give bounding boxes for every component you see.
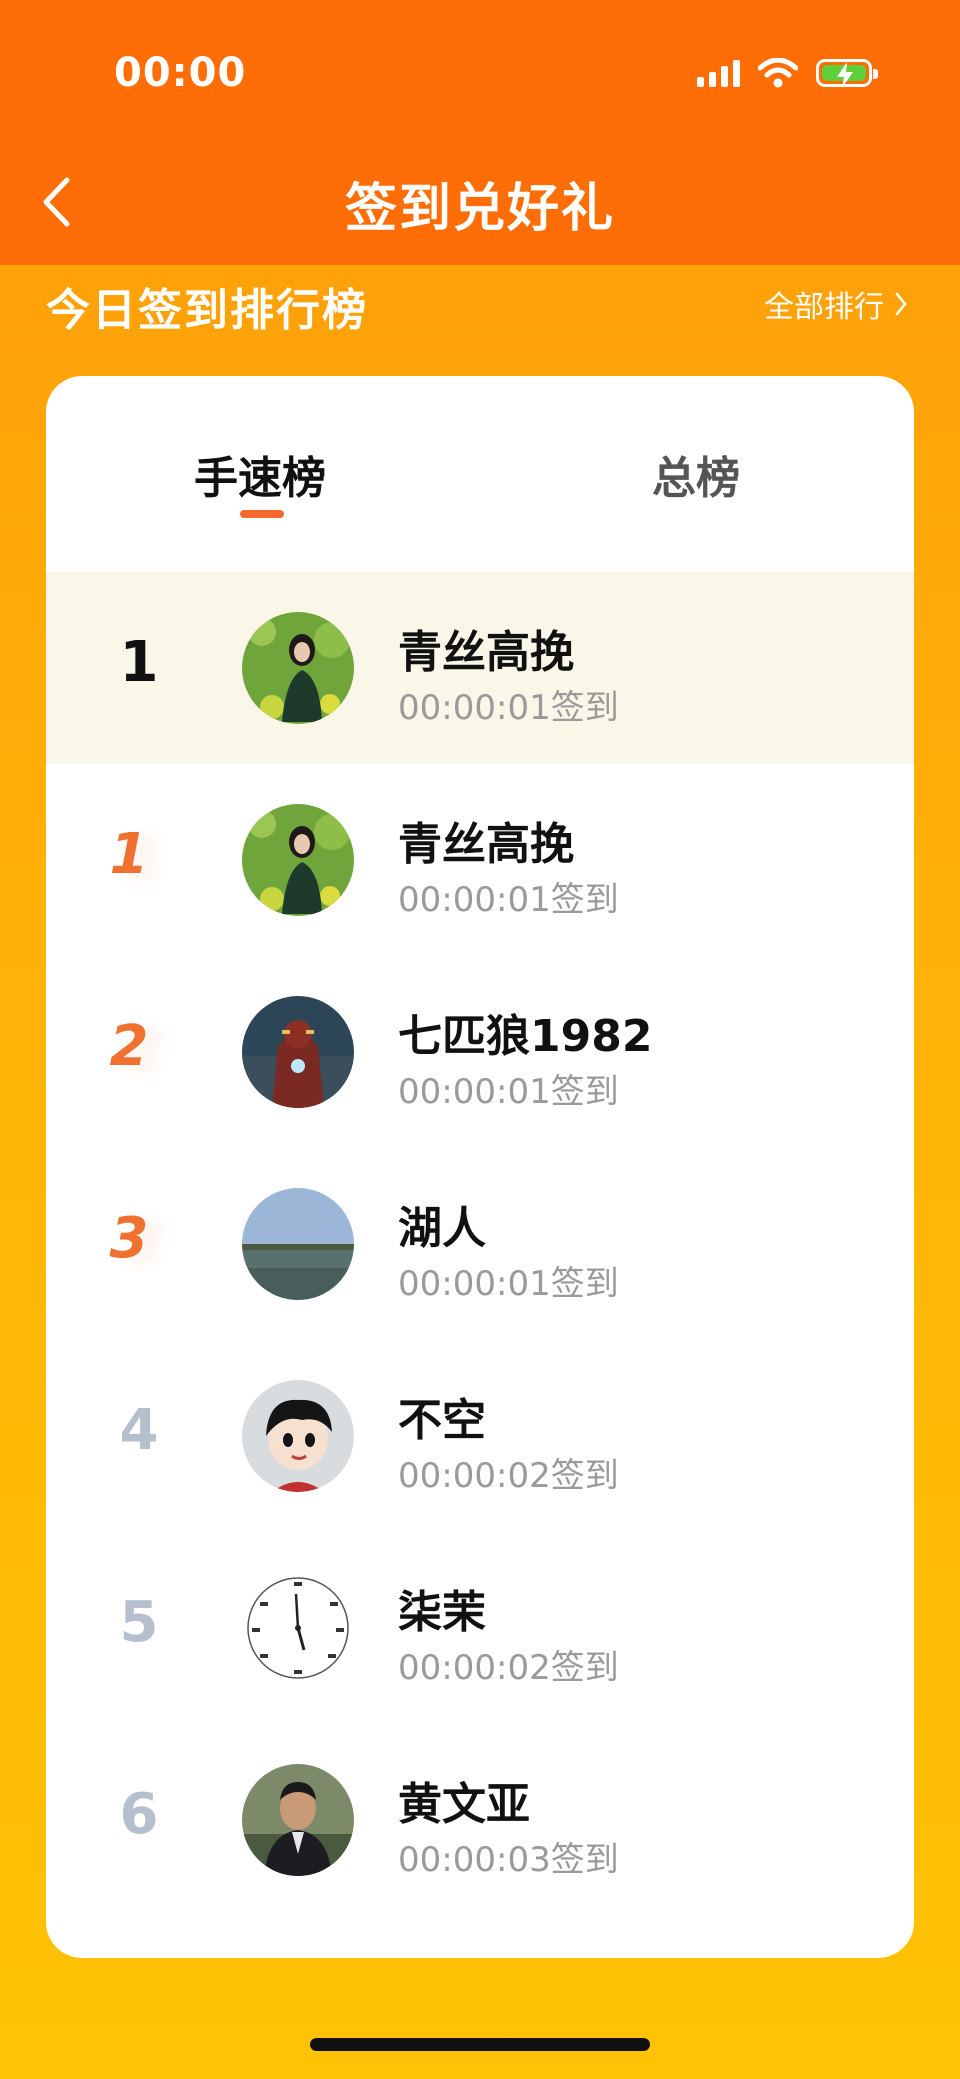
rank-number: 2 — [109, 1014, 149, 1079]
status-time: 00:00 — [114, 50, 247, 96]
wifi-icon — [758, 58, 798, 88]
checkin-time: 00:00:01签到 — [398, 1264, 619, 1304]
battery-icon — [816, 59, 878, 88]
tab-total[interactable]: 总榜 — [652, 442, 740, 506]
all-rank-label: 全部排行 — [764, 290, 884, 325]
rank-number: 5 — [119, 1590, 159, 1655]
user-name: 不空 — [398, 1395, 486, 1446]
avatar — [242, 1380, 354, 1492]
rank-row[interactable]: 4 不空 00:00:02签到 — [46, 1340, 914, 1532]
checkin-time: 00:00:02签到 — [398, 1648, 619, 1688]
rank-row[interactable]: 5 柒茉 00:00:02签到 — [46, 1532, 914, 1724]
user-name: 七匹狼1982 — [398, 1011, 653, 1062]
page: 00:00 签到兑好礼 今日签到排行榜 全部排行 手速榜 总榜 1 青丝高挽 0… — [0, 0, 960, 2079]
rank-row[interactable]: 3 湖人 00:00:01签到 — [46, 1148, 914, 1340]
status-icons — [697, 58, 878, 88]
active-tab-indicator — [240, 510, 284, 518]
page-title: 签到兑好礼 — [344, 179, 615, 239]
avatar — [242, 996, 354, 1108]
rank-row[interactable]: 6 黄文亚 00:00:03签到 — [46, 1724, 914, 1916]
rank-number: 3 — [109, 1206, 149, 1271]
avatar — [242, 612, 354, 724]
checkin-time: 00:00:01签到 — [398, 880, 619, 920]
rank-row[interactable]: 2 七匹狼1982 00:00:01签到 — [46, 956, 914, 1148]
home-indicator — [310, 2038, 650, 2051]
avatar — [242, 804, 354, 916]
chevron-right-icon — [895, 292, 907, 316]
rank-number: 1 — [109, 822, 149, 887]
user-name: 黄文亚 — [398, 1779, 530, 1830]
tab-speed[interactable]: 手速榜 — [194, 442, 326, 506]
avatar — [242, 1188, 354, 1300]
checkin-time: 00:00:02签到 — [398, 1456, 619, 1496]
tab-bar: 手速榜 总榜 — [46, 376, 914, 572]
rank-number: 6 — [119, 1782, 159, 1847]
leaderboard-card: 手速榜 总榜 1 青丝高挽 00:00:01签到 1 青丝高挽 00:00:01… — [46, 376, 914, 1958]
top-bar: 00:00 签到兑好礼 — [0, 0, 960, 265]
checkin-time: 00:00:01签到 — [398, 1072, 619, 1112]
avatar — [242, 1572, 354, 1684]
user-name: 柒茉 — [398, 1587, 486, 1638]
checkin-time: 00:00:01签到 — [398, 688, 619, 728]
avatar — [242, 1764, 354, 1876]
user-name: 湖人 — [398, 1203, 486, 1254]
ranking-section-title: 今日签到排行榜 — [46, 285, 368, 336]
rank-number: 4 — [119, 1398, 159, 1463]
user-name: 青丝高挽 — [398, 819, 574, 870]
all-rank-link[interactable]: 全部排行 — [764, 282, 908, 326]
user-name: 青丝高挽 — [398, 627, 574, 678]
signal-icon — [697, 59, 740, 87]
my-rank-row[interactable]: 1 青丝高挽 00:00:01签到 — [46, 572, 914, 764]
checkin-time: 00:00:03签到 — [398, 1840, 619, 1880]
rank-row[interactable]: 1 青丝高挽 00:00:01签到 — [46, 764, 914, 956]
rank-number: 1 — [119, 630, 159, 695]
